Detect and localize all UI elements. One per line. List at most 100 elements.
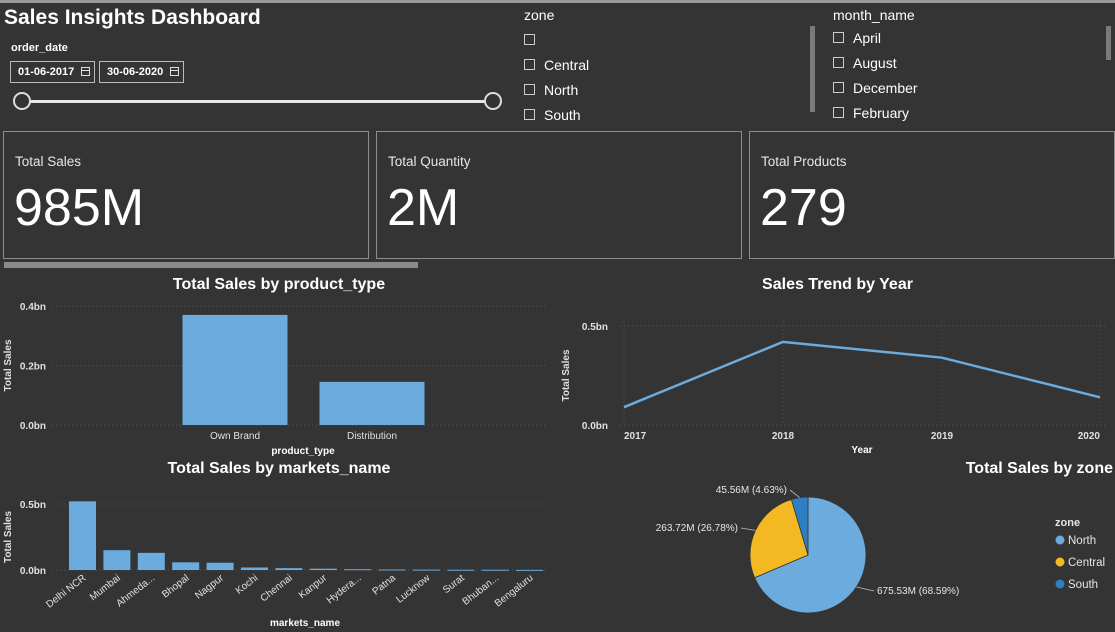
zone-slicer-scrollbar[interactable] <box>810 26 815 112</box>
bar <box>516 569 544 571</box>
kpi-card-total-sales: Total Sales 985M <box>3 131 369 259</box>
dashboard-title: Sales Insights Dashboard <box>4 6 261 29</box>
trend-line <box>623 340 1101 409</box>
x-tick-label: Hydera... <box>325 573 364 607</box>
x-tick-label: Lucknow <box>394 572 432 605</box>
checkbox[interactable] <box>524 109 535 120</box>
start-date-input[interactable]: 01-06-2017 <box>10 61 95 83</box>
sales-trend-line-chart: 0.0bn 0.5bn Total Sales 2017 2018 2019 2020 Yea… <box>561 321 1108 456</box>
bar <box>206 562 234 570</box>
kpi-label: Total Quantity <box>388 154 471 169</box>
zone-pie-chart: 675.53M (68.59%) 263.72M (26.78%) 45.56M (… <box>656 485 1105 614</box>
bar <box>103 550 131 570</box>
end-date-input[interactable]: 30-06-2020 <box>99 61 184 83</box>
checkbox[interactable] <box>833 82 844 93</box>
x-tick-label: Ahmeda... <box>114 573 157 610</box>
month-option-february[interactable]: February <box>833 100 918 125</box>
x-tick-label: Surat <box>441 573 467 597</box>
x-tick-label: Bengaluru <box>493 573 536 610</box>
sales-trend-chart-title: Sales Trend by Year <box>762 276 913 293</box>
legend-item: South <box>1068 579 1098 591</box>
zone-slicer: zone Central North South <box>524 7 589 127</box>
zone-option-south[interactable]: South <box>524 102 589 127</box>
legend-marker <box>1055 579 1065 589</box>
bar <box>275 568 303 570</box>
end-date-value: 30-06-2020 <box>107 66 164 78</box>
date-slider-start-handle[interactable] <box>13 92 31 110</box>
calendar-icon[interactable] <box>170 67 179 76</box>
x-tick-label: Chennai <box>259 573 295 605</box>
kpi-card-total-quantity: Total Quantity 2M <box>376 131 742 259</box>
bar <box>344 569 372 571</box>
bar <box>182 314 288 425</box>
x-tick-label: Own Brand <box>210 431 260 442</box>
y-axis-label: Total Sales <box>3 339 14 391</box>
kpi-value: 2M <box>387 179 460 237</box>
bar <box>69 501 96 570</box>
markets-bar-chart: 0.0bn0.5bnTotal SalesDelhi NCR MumbaiAhme… <box>3 500 548 629</box>
start-date-value: 01-06-2017 <box>18 66 75 78</box>
checkbox[interactable] <box>524 59 535 70</box>
zone-option-blank[interactable] <box>524 27 589 52</box>
kpi-card-total-products: Total Products 279 <box>749 131 1115 259</box>
y-tick-label: 0.4bn <box>20 302 46 313</box>
page-horizontal-scrollbar[interactable] <box>4 262 418 268</box>
y-axis-label: Total Sales <box>561 349 572 401</box>
bar <box>319 381 425 425</box>
y-tick-label: 0.5bn <box>20 500 46 511</box>
bar <box>172 562 200 570</box>
x-tick-label: 2017 <box>624 431 647 442</box>
zone-option-central[interactable]: Central <box>524 52 589 77</box>
product-type-bar-chart: 0.0bn 0.2bn 0.4bn Total Sales Own Brand Distr… <box>3 302 548 457</box>
order-date-label: order_date <box>11 42 68 54</box>
kpi-value: 279 <box>760 179 847 237</box>
pie-leader-line <box>856 586 875 592</box>
legend-marker <box>1055 557 1065 567</box>
kpi-label: Total Products <box>761 154 847 169</box>
x-tick-label: Bhopal <box>160 573 191 601</box>
x-axis-label: product_type <box>271 446 335 457</box>
pie-leader-line <box>789 489 800 498</box>
x-tick-label: 2019 <box>931 431 954 442</box>
top-border <box>0 0 1115 3</box>
pie-data-label: 45.56M (4.63%) <box>716 485 787 496</box>
y-tick-label: 0.5bn <box>582 322 608 333</box>
checkbox[interactable] <box>833 57 844 68</box>
legend-item: Central <box>1068 557 1105 569</box>
pie-data-label: 675.53M (68.59%) <box>877 586 959 597</box>
checkbox[interactable] <box>524 34 535 45</box>
bar <box>241 567 268 570</box>
y-tick-label: 0.0bn <box>20 421 46 432</box>
bar <box>447 569 475 571</box>
legend-marker <box>1055 535 1065 545</box>
kpi-value: 985M <box>14 179 145 237</box>
month-slicer-scrollbar[interactable] <box>1106 26 1111 60</box>
date-range-slider-track[interactable] <box>22 100 494 103</box>
x-tick-label: 2020 <box>1078 431 1101 442</box>
pie-data-label: 263.72M (26.78%) <box>656 523 738 534</box>
bar <box>137 552 165 570</box>
month-option-august[interactable]: August <box>833 50 918 75</box>
calendar-icon[interactable] <box>81 67 90 76</box>
x-tick-label: Distribution <box>347 431 397 442</box>
date-slider-end-handle[interactable] <box>484 92 502 110</box>
checkbox[interactable] <box>833 32 844 43</box>
y-tick-label: 0.2bn <box>20 362 46 373</box>
zone-option-north[interactable]: North <box>524 77 589 102</box>
x-axis-label: markets_name <box>270 618 340 629</box>
bar <box>481 569 509 571</box>
checkbox[interactable] <box>524 84 535 95</box>
month-option-april[interactable]: April <box>833 25 918 50</box>
month-option-december[interactable]: December <box>833 75 918 100</box>
bar <box>413 569 440 571</box>
y-tick-label: 0.0bn <box>20 566 46 577</box>
markets-chart-title: Total Sales by markets_name <box>167 460 391 477</box>
product-type-chart-title: Total Sales by product_type <box>172 276 386 293</box>
bar <box>309 568 337 570</box>
legend-item: North <box>1068 535 1096 547</box>
month-slicer-title: month_name <box>833 7 915 23</box>
y-tick-label: 0.0bn <box>582 421 608 432</box>
zone-slicer-title: zone <box>524 7 555 23</box>
legend-title: zone <box>1055 517 1080 529</box>
checkbox[interactable] <box>833 107 844 118</box>
